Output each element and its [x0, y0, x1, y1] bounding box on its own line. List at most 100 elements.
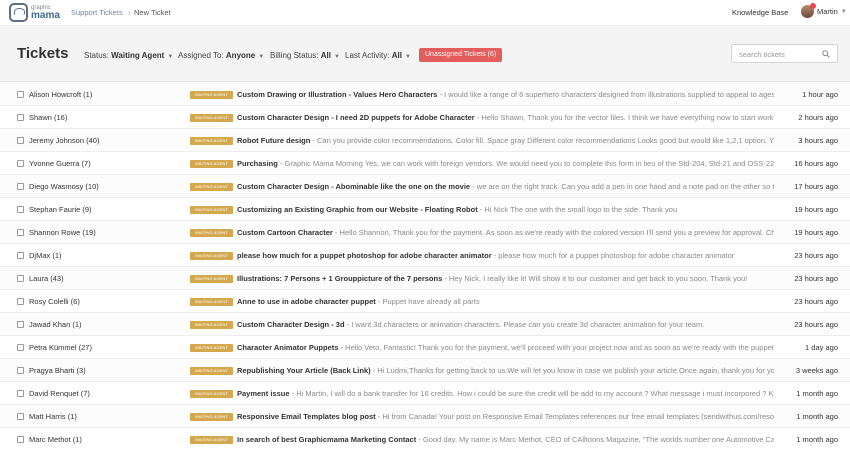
ticket-subject-line[interactable]: Republishing Your Article (Back Link) - … [237, 366, 774, 375]
row-checkbox[interactable] [17, 91, 24, 98]
row-checkbox[interactable] [17, 344, 24, 351]
row-checkbox[interactable] [17, 298, 24, 305]
ticket-customer-name[interactable]: Diego Wasmosy (10) [29, 182, 99, 191]
status-filter[interactable]: Status: Waiting Agent ▼ [84, 51, 173, 60]
ticket-customer-name[interactable]: Jeremy Johnson (40) [29, 136, 99, 145]
ticket-subject-line[interactable]: Customizing an Existing Graphic from our… [237, 205, 774, 214]
ticket-last-activity: 23 hours ago [794, 297, 838, 306]
status-badge: WAITING AGENT [190, 343, 233, 352]
filter-bar: Tickets Status: Waiting Agent ▼ Assigned … [0, 26, 850, 82]
ticket-customer-name[interactable]: Matt Harris (1) [29, 412, 77, 421]
ticket-customer-name[interactable]: Shawn (16) [29, 113, 67, 122]
ticket-subject-line[interactable]: Custom Cartoon Character - Hello Shannon… [237, 228, 774, 237]
row-checkbox[interactable] [17, 229, 24, 236]
ticket-row[interactable]: Diego Wasmosy (10) WAITING AGENT Custom … [0, 175, 850, 198]
ticket-subject[interactable]: Illustrations: 7 Persons + 1 Grouppictur… [237, 274, 442, 283]
row-checkbox[interactable] [17, 183, 24, 190]
ticket-subject[interactable]: Anne to use in adobe character puppet [237, 297, 376, 306]
ticket-subject[interactable]: Custom Drawing or Illustration - Values … [237, 90, 437, 99]
ticket-customer-name[interactable]: Jawad Khan (1) [29, 320, 82, 329]
ticket-subject[interactable]: Purchasing [237, 159, 278, 168]
ticket-row[interactable]: David Renquet (7) WAITING AGENT Payment … [0, 382, 850, 405]
ticket-row[interactable]: Laura (43) WAITING AGENT Illustrations: … [0, 267, 850, 290]
nav-support-tickets[interactable]: Support Tickets [71, 8, 123, 17]
ticket-last-activity: 1 month ago [796, 412, 838, 421]
ticket-subject-line[interactable]: Responsive Email Templates blog post - H… [237, 412, 774, 421]
ticket-row[interactable]: Yvonne Guerra (7) WAITING AGENT Purchasi… [0, 152, 850, 175]
ticket-customer-name[interactable]: Stephan Faurie (9) [29, 205, 92, 214]
search-box[interactable] [731, 44, 838, 63]
user-menu[interactable]: Martin ▼ [801, 3, 847, 18]
assigned-filter[interactable]: Assigned To: Anyone ▼ [178, 51, 264, 60]
row-checkbox[interactable] [17, 137, 24, 144]
ticket-subject-line[interactable]: Robot Future design - Can you provide co… [237, 136, 774, 145]
ticket-row[interactable]: Petra Kümmel (27) WAITING AGENT Characte… [0, 336, 850, 359]
ticket-subject-line[interactable]: Illustrations: 7 Persons + 1 Grouppictur… [237, 274, 774, 283]
ticket-subject[interactable]: Payment issue [237, 389, 290, 398]
ticket-row[interactable]: Shannon Rowe (19) WAITING AGENT Custom C… [0, 221, 850, 244]
search-input[interactable] [739, 48, 819, 60]
graphicmama-logo[interactable]: graphic mama [9, 3, 60, 22]
row-checkbox[interactable] [17, 390, 24, 397]
ticket-row[interactable]: Alison Howcroft (1) WAITING AGENT Custom… [0, 83, 850, 106]
ticket-row[interactable]: Matt Harris (1) WAITING AGENT Responsive… [0, 405, 850, 428]
ticket-subject-line[interactable]: Custom Drawing or Illustration - Values … [237, 90, 774, 99]
ticket-row[interactable]: Jawad Khan (1) WAITING AGENT Custom Char… [0, 313, 850, 336]
ticket-subject-line[interactable]: Custom Character Design - Abominable lik… [237, 182, 774, 191]
ticket-subject-line[interactable]: Payment issue - Hi Martin, I will do a b… [237, 389, 774, 398]
row-checkbox[interactable] [17, 436, 24, 443]
billing-filter[interactable]: Billing Status: All ▼ [270, 51, 340, 60]
row-checkbox[interactable] [17, 206, 24, 213]
ticket-subject-line[interactable]: In search of best Graphicmama Marketing … [237, 435, 774, 444]
search-icon[interactable] [822, 50, 830, 58]
ticket-customer-name[interactable]: Laura (43) [29, 274, 64, 283]
ticket-subject-line[interactable]: Custom Character Design - I need 2D pupp… [237, 113, 774, 122]
ticket-customer-name[interactable]: Pragya Bharti (3) [29, 366, 86, 375]
ticket-customer-name[interactable]: Alison Howcroft (1) [29, 90, 92, 99]
ticket-customer-name[interactable]: Marc Methot (1) [29, 435, 82, 444]
ticket-customer-name[interactable]: Petra Kümmel (27) [29, 343, 92, 352]
row-checkbox[interactable] [17, 114, 24, 121]
row-checkbox[interactable] [17, 321, 24, 328]
ticket-customer-name[interactable]: Yvonne Guerra (7) [29, 159, 91, 168]
ticket-subject-line[interactable]: Purchasing - Graphic Mama Morning Yes, w… [237, 159, 774, 168]
ticket-subject-line[interactable]: Character Animator Puppets - Hello Veto,… [237, 343, 774, 352]
ticket-subject[interactable]: Custom Character Design - I need 2D pupp… [237, 113, 475, 122]
ticket-customer-name[interactable]: DjMax (1) [29, 251, 62, 260]
ticket-subject[interactable]: In search of best Graphicmama Marketing … [237, 435, 416, 444]
row-checkbox[interactable] [17, 160, 24, 167]
assigned-filter-value: Anyone [225, 51, 256, 60]
row-checkbox[interactable] [17, 252, 24, 259]
ticket-subject-line[interactable]: Anne to use in adobe character puppet - … [237, 297, 774, 306]
ticket-subject-line[interactable]: Custom Character Design - 3d - I want 3d… [237, 320, 774, 329]
ticket-row[interactable]: Rosy Colelli (6) WAITING AGENT Anne to u… [0, 290, 850, 313]
ticket-subject[interactable]: Character Animator Puppets [237, 343, 338, 352]
ticket-row[interactable]: Marc Methot (1) WAITING AGENT In search … [0, 428, 850, 450]
ticket-subject[interactable]: Robot Future design [237, 136, 310, 145]
ticket-row[interactable]: DjMax (1) WAITING AGENT please how much … [0, 244, 850, 267]
ticket-customer-name[interactable]: Shannon Rowe (19) [29, 228, 96, 237]
ticket-customer-name[interactable]: David Renquet (7) [29, 389, 90, 398]
ticket-subject-line[interactable]: please how much for a puppet photoshop f… [237, 251, 774, 260]
ticket-subject[interactable]: please how much for a puppet photoshop f… [237, 251, 492, 260]
ticket-subject[interactable]: Custom Character Design - Abominable lik… [237, 182, 470, 191]
ticket-subject[interactable]: Responsive Email Templates blog post [237, 412, 376, 421]
ticket-last-activity: 17 hours ago [794, 182, 838, 191]
ticket-row[interactable]: Shawn (16) WAITING AGENT Custom Characte… [0, 106, 850, 129]
row-checkbox[interactable] [17, 367, 24, 374]
unassigned-tickets-button[interactable]: Unassigned Tickets (6) [419, 48, 503, 62]
knowledge-base-link[interactable]: Knowledge Base [732, 8, 788, 17]
nav-new-ticket[interactable]: New Ticket [134, 8, 171, 17]
ticket-row[interactable]: Stephan Faurie (9) WAITING AGENT Customi… [0, 198, 850, 221]
row-checkbox[interactable] [17, 275, 24, 282]
ticket-subject[interactable]: Republishing Your Article (Back Link) [237, 366, 371, 375]
ticket-row[interactable]: Jeremy Johnson (40) WAITING AGENT Robot … [0, 129, 850, 152]
row-checkbox[interactable] [17, 413, 24, 420]
activity-filter[interactable]: Last Activity: All ▼ [345, 51, 411, 60]
ticket-subject[interactable]: Custom Cartoon Character [237, 228, 333, 237]
ticket-customer-name[interactable]: Rosy Colelli (6) [29, 297, 80, 306]
ticket-row[interactable]: Pragya Bharti (3) WAITING AGENT Republis… [0, 359, 850, 382]
ticket-subject[interactable]: Customizing an Existing Graphic from our… [237, 205, 478, 214]
ticket-last-activity: 3 hours ago [798, 136, 838, 145]
ticket-subject[interactable]: Custom Character Design - 3d [237, 320, 345, 329]
